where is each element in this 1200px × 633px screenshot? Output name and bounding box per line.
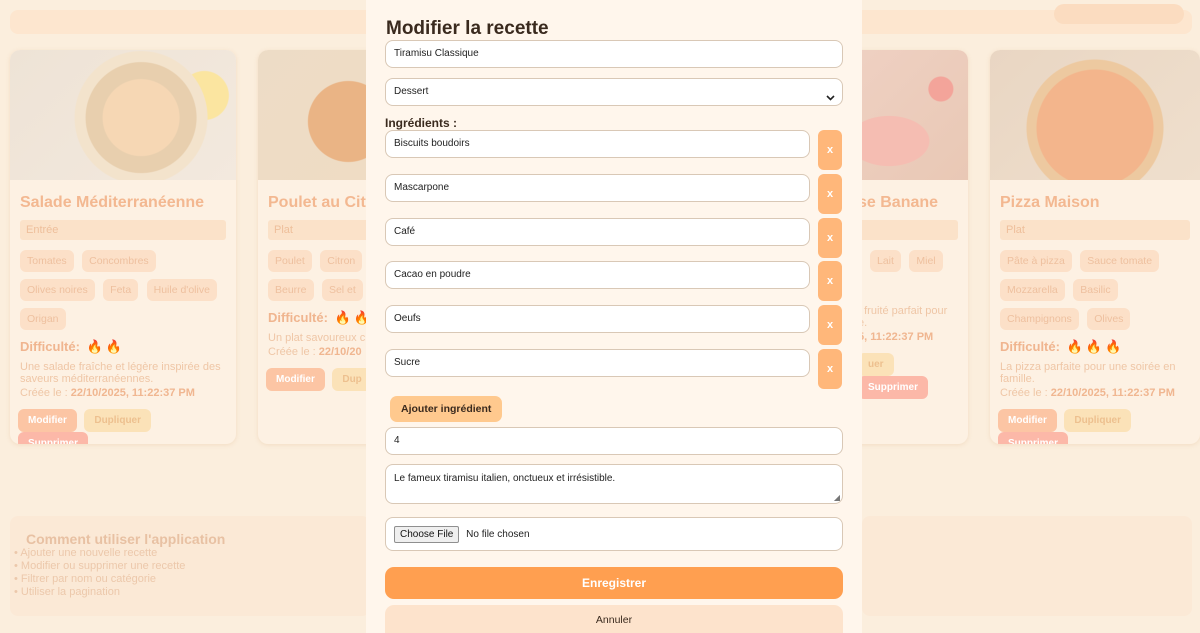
ingredient-input[interactable]: Oeufs [385, 305, 810, 333]
ingredient-tag: Tomates [20, 250, 74, 272]
duplicate-button[interactable]: Dupliquer [1064, 409, 1132, 432]
help-item: Utiliser la pagination [14, 586, 354, 599]
difficulty-input[interactable]: 4 [385, 427, 843, 455]
remove-ingredient-button[interactable]: x [818, 261, 842, 301]
recipe-image [10, 50, 236, 180]
edit-button[interactable]: Modifier [18, 409, 77, 432]
ingredient-tag: Sauce tomate [1080, 250, 1160, 272]
ingredient-tag: Origan [20, 308, 66, 330]
created-label: Créée le : [20, 387, 68, 399]
difficulty-label: Difficulté: [20, 339, 80, 354]
remove-ingredient-button[interactable]: x [818, 305, 842, 345]
created-date: 22/10/2025, 11:22:37 PM [1050, 387, 1175, 399]
ingredient-input[interactable]: Biscuits boudoirs [385, 130, 810, 158]
ingredient-input[interactable]: Café [385, 218, 810, 246]
remove-ingredient-button[interactable]: x [818, 174, 842, 214]
difficulty-label: Difficulté: [1000, 339, 1060, 354]
add-ingredient-button[interactable]: Ajouter ingrédient [390, 396, 503, 422]
remove-ingredient-button[interactable]: x [818, 130, 842, 170]
recipe-title: Salade Méditerranéenne [20, 194, 205, 211]
recipe-description: Une salade fraîche et légère inspirée de… [20, 361, 221, 385]
file-status-text: No file chosen [466, 529, 530, 540]
resize-grip-icon[interactable]: ◢ [834, 493, 840, 502]
difficulty-row: Difficulté: 🔥 🔥 [10, 339, 236, 355]
ingredients-label: Ingrédients : [385, 116, 458, 130]
delete-button[interactable]: Supprimer [858, 376, 929, 399]
created-date: 22/10/20 [318, 346, 362, 358]
recipe-category: Plat [1000, 220, 1190, 240]
category-select[interactable]: Dessert [385, 78, 843, 106]
ingredient-tag: Basilic [1073, 279, 1118, 301]
top-bar-pill [1054, 4, 1184, 24]
difficulty-label: Difficulté: [268, 310, 328, 325]
remove-ingredient-button[interactable]: x [818, 218, 842, 258]
ingredient-tag: Lait [870, 250, 901, 272]
ingredient-tag: Feta [103, 279, 139, 301]
help-item: Modifier ou supprimer une recette [14, 560, 354, 573]
ingredient-tag: Miel [909, 250, 943, 272]
description-textarea[interactable]: Le fameux tiramisu italien, onctueux et … [385, 464, 843, 504]
duplicate-button[interactable]: Dupliquer [84, 409, 152, 432]
delete-button[interactable]: Supprimer [998, 432, 1069, 444]
ingredient-tag: Beurre [268, 279, 314, 301]
recipe-category [858, 220, 958, 240]
remove-ingredient-button[interactable]: x [818, 349, 842, 389]
footer-panel [862, 516, 1192, 616]
recipe-title: Pizza Maison [1000, 194, 1100, 211]
ingredient-input[interactable]: Sucre [385, 349, 810, 377]
help-item: Ajouter une nouvelle recette [14, 547, 354, 560]
created-label: Créée le : [268, 346, 316, 358]
edit-recipe-modal: Modifier la recette Tiramisu Classique D… [366, 0, 862, 633]
help-item: Filtrer par nom ou catégorie [14, 573, 354, 586]
chevron-down-icon [826, 86, 835, 112]
ingredient-tag: Olives noires [20, 279, 95, 301]
cancel-button[interactable]: Annuler [385, 605, 843, 633]
category-select-value: Dessert [394, 86, 429, 97]
flame-icon: 🔥 [1066, 339, 1083, 354]
ingredient-input[interactable]: Mascarpone [385, 174, 810, 202]
ingredient-tag: Mozzarella [1000, 279, 1065, 301]
recipe-name-input[interactable]: Tiramisu Classique [385, 40, 843, 68]
ingredient-tag: Huile d'olive [146, 279, 217, 301]
recipe-card: Pizza Maison Plat Pâte à pizza Sauce tom… [990, 50, 1200, 444]
flame-icon: 🔥 [105, 339, 122, 354]
help-title: Comment utiliser l'application [26, 531, 226, 547]
description-text: Le fameux tiramisu italien, onctueux et … [394, 473, 616, 484]
flame-icon: 🔥 [86, 339, 103, 354]
choose-file-button[interactable]: Choose File [394, 526, 460, 543]
ingredient-tag: Citron [320, 250, 363, 272]
recipe-date: Créée le : 22/10/2025, 11:22:37 PM [10, 385, 236, 399]
ingredient-tag: Champignons [1000, 308, 1079, 330]
ingredient-input[interactable]: Cacao en poudre [385, 261, 810, 289]
edit-button[interactable]: Modifier [266, 368, 325, 391]
flame-icon: 🔥 [1104, 339, 1122, 354]
duplicate-button[interactable]: uer [858, 353, 894, 376]
save-button[interactable]: Enregistrer [385, 567, 843, 599]
modal-title: Modifier la recette [386, 18, 549, 39]
ingredient-tag: Pâte à pizza [1000, 250, 1072, 272]
ingredient-tag: Concombres [82, 250, 156, 272]
recipe-category: Entrée [20, 220, 226, 240]
created-label: Créée le : [1000, 387, 1048, 399]
recipe-description: La pizza parfaite pour une soirée en fam… [1000, 361, 1176, 385]
recipe-date: Créée le : 22/10/2025, 11:22:37 PM [990, 385, 1200, 399]
flame-icon: 🔥 [334, 310, 351, 325]
difficulty-row: Difficulté: 🔥 🔥 🔥 [990, 339, 1200, 355]
flame-icon: 🔥 [1085, 339, 1102, 354]
delete-button[interactable]: Supprimer [18, 432, 89, 444]
ingredient-tag: Olives [1087, 308, 1131, 330]
ingredient-tag: Sel et [321, 279, 363, 301]
recipe-card: Salade Méditerranéenne Entrée Tomates Co… [10, 50, 236, 444]
created-date: 22/10/2025, 11:22:37 PM [70, 387, 195, 399]
help-panel: Comment utiliser l'application Ajouter u… [10, 516, 370, 616]
recipe-image [990, 50, 1200, 180]
image-file-input[interactable]: Choose File No file chosen [385, 517, 843, 551]
edit-button[interactable]: Modifier [998, 409, 1057, 432]
ingredient-tag: Poulet [268, 250, 312, 272]
